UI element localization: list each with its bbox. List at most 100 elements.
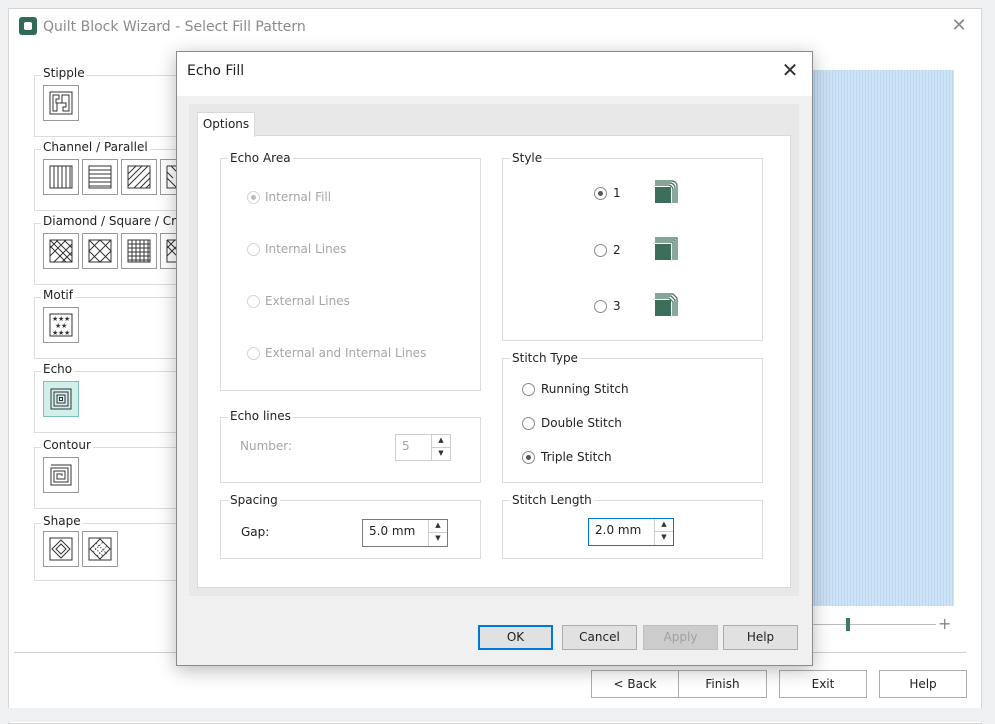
style-1-icon [655, 180, 678, 203]
wizard-close-button[interactable]: ✕ [947, 15, 971, 36]
gap-stepper[interactable]: 5.0 mm ▲ ▼ [362, 519, 448, 547]
running-stitch-label: Running Stitch [541, 382, 629, 396]
number-label: Number: [240, 439, 293, 453]
stitch-length-stepper[interactable]: 2.0 mm ▲ ▼ [588, 518, 674, 546]
finish-button[interactable]: Finish [678, 670, 767, 698]
diamond-shape-button[interactable] [43, 531, 79, 567]
dialog-title: Echo Fill [187, 63, 245, 79]
shape-group-label: Shape [41, 514, 83, 528]
diamond-crosshatch-alt-button[interactable] [82, 233, 118, 269]
internal-lines-label: Internal Lines [265, 242, 347, 256]
spacing-title: Spacing [228, 493, 280, 507]
number-stepper[interactable]: 5 ▲ ▼ [395, 434, 451, 461]
channel-group-label: Channel / Parallel [41, 140, 150, 154]
internal-fill-radio[interactable] [247, 191, 260, 204]
contour-spiral-icon [50, 464, 72, 486]
number-down-icon[interactable]: ▼ [432, 448, 450, 461]
style-3-label: 3 [613, 299, 621, 313]
motif-group-label: Motif [41, 288, 75, 302]
diamond-crosshatch-button[interactable] [43, 233, 79, 269]
style-title: Style [510, 151, 545, 165]
stipple-pattern-icon [49, 91, 73, 115]
double-stitch-label: Double Stitch [541, 416, 622, 430]
stipple-group-label: Stipple [41, 66, 87, 80]
diamond-group-label: Diamond / Square / Cro [41, 214, 186, 228]
svg-text:★: ★ [64, 329, 70, 337]
double-stitch-radio[interactable] [522, 417, 535, 430]
style-2-label: 2 [613, 243, 621, 257]
horizontal-lines-icon [88, 165, 112, 189]
cancel-button[interactable]: Cancel [562, 625, 637, 650]
echo-lines-title: Echo lines [228, 409, 293, 423]
vertical-lines-icon [49, 165, 73, 189]
diamond-shape-icon [49, 537, 73, 561]
back-button[interactable]: < Back [591, 670, 679, 698]
number-up-icon[interactable]: ▲ [432, 435, 450, 448]
zoom-slider-thumb[interactable] [846, 618, 850, 631]
stipple-pattern-button[interactable] [43, 85, 79, 121]
diagonal-lines-button[interactable] [121, 159, 157, 195]
triple-stitch-label: Triple Stitch [541, 450, 612, 464]
style-2-icon [655, 237, 678, 260]
diamond-dots-icon [88, 537, 112, 561]
running-stitch-radio[interactable] [522, 383, 535, 396]
gap-stepper-buttons: ▲ ▼ [428, 520, 447, 546]
contour-spiral-button[interactable] [43, 457, 79, 493]
gap-down-icon[interactable]: ▼ [429, 533, 447, 546]
stitch-length-stepper-buttons: ▲ ▼ [654, 519, 673, 545]
dialog-title-bar [177, 52, 812, 96]
stitch-type-title: Stitch Type [510, 351, 580, 365]
stitch-length-title: Stitch Length [510, 493, 594, 507]
tab-options[interactable]: Options [197, 112, 255, 137]
star-motif-button[interactable]: ★ ★ ★ ★ ★ ★ ★ ★ [43, 307, 79, 343]
square-grid-button[interactable] [121, 233, 157, 269]
diamond-crosshatch-alt-icon [88, 239, 112, 263]
apply-button[interactable]: Apply [643, 625, 718, 650]
style-1-radio[interactable] [594, 187, 607, 200]
triple-stitch-radio[interactable] [522, 451, 535, 464]
diamond-crosshatch-icon [49, 239, 73, 263]
external-internal-lines-radio[interactable] [247, 347, 260, 360]
dialog-help-button[interactable]: Help [723, 625, 798, 650]
gap-value: 5.0 mm [369, 524, 416, 538]
wizard-help-button[interactable]: Help [879, 670, 967, 698]
style-3-radio[interactable] [594, 300, 607, 313]
style-group [502, 158, 763, 341]
ok-button[interactable]: OK [478, 625, 553, 650]
contour-group-label: Contour [41, 438, 93, 452]
horizontal-lines-button[interactable] [82, 159, 118, 195]
dialog-close-button[interactable]: ✕ [777, 58, 803, 82]
vertical-lines-button[interactable] [43, 159, 79, 195]
echo-group-label: Echo [41, 362, 75, 376]
options-tab-panel: Echo Area Internal Fill Internal Lines E… [197, 135, 791, 588]
number-stepper-buttons: ▲ ▼ [431, 435, 450, 460]
internal-lines-radio[interactable] [247, 243, 260, 256]
echo-squares-button[interactable] [43, 381, 79, 417]
number-value: 5 [402, 439, 410, 453]
app-icon [19, 17, 37, 35]
external-lines-radio[interactable] [247, 295, 260, 308]
external-lines-label: External Lines [265, 294, 350, 308]
style-2-radio[interactable] [594, 244, 607, 257]
echo-squares-icon [50, 388, 72, 410]
stitch-length-up-icon[interactable]: ▲ [655, 519, 673, 532]
zoom-in-icon[interactable]: + [938, 614, 951, 633]
style-1-label: 1 [613, 186, 621, 200]
internal-fill-label: Internal Fill [265, 190, 332, 204]
external-internal-lines-label: External and Internal Lines [265, 346, 427, 360]
pattern-preview [812, 70, 954, 606]
gap-up-icon[interactable]: ▲ [429, 520, 447, 533]
diamond-dots-button[interactable] [82, 531, 118, 567]
diagonal-lines-icon [127, 165, 151, 189]
stitch-length-value[interactable]: 2.0 mm [595, 523, 641, 537]
star-motif-icon: ★ ★ ★★ ★★ ★ ★ [49, 313, 73, 337]
style-3-icon [655, 293, 678, 316]
echo-fill-dialog: Echo Fill ✕ Options Echo Area Internal F… [176, 51, 813, 666]
gap-label: Gap: [241, 525, 270, 539]
zoom-slider-track[interactable] [812, 624, 936, 625]
stitch-length-down-icon[interactable]: ▼ [655, 532, 673, 545]
exit-button[interactable]: Exit [779, 670, 867, 698]
square-grid-icon [127, 239, 151, 263]
wizard-title: Quilt Block Wizard - Select Fill Pattern [43, 19, 306, 35]
window-bottom-strip [0, 708, 995, 722]
